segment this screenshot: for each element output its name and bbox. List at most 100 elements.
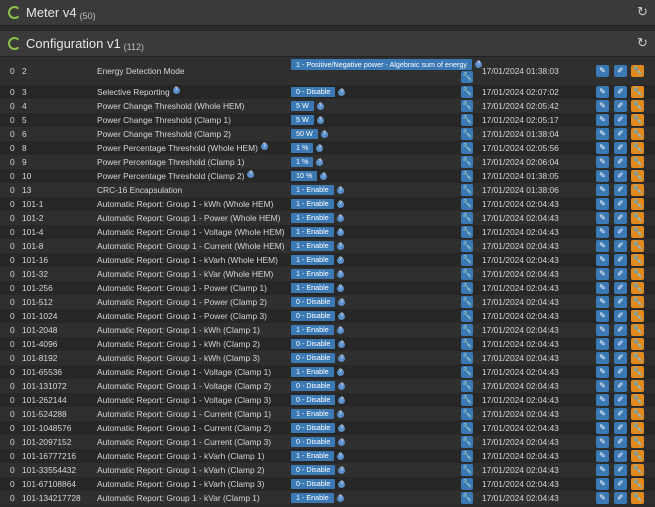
value-select[interactable]: 1 - Enable [291, 325, 334, 335]
wrench-icon[interactable]: 🔧 [461, 380, 473, 392]
edit-button[interactable]: ✎ [596, 128, 609, 140]
wrench-button[interactable]: 🔧 [631, 310, 644, 322]
wrench-icon[interactable]: 🔧 [461, 254, 473, 266]
wrench-icon[interactable]: 🔧 [461, 478, 473, 490]
value-select[interactable]: 5 W [291, 101, 314, 111]
config-panel-header[interactable]: Configuration v1 (112) ↻ [0, 31, 655, 57]
wrench-button[interactable]: 🔧 [631, 198, 644, 210]
wrench-button[interactable]: 🔧 [631, 226, 644, 238]
wrench-icon[interactable]: 🔧 [461, 198, 473, 210]
dropper-button[interactable]: ✐ [614, 240, 627, 252]
value-select[interactable]: 1 - Enable [291, 451, 334, 461]
edit-button[interactable]: ✎ [596, 450, 609, 462]
value-select[interactable]: 0 - Disable [291, 381, 336, 391]
value-select[interactable]: 50 W [291, 129, 318, 139]
wrench-icon[interactable]: 🔧 [461, 394, 473, 406]
refresh-icon[interactable]: ↻ [637, 36, 649, 49]
wrench-icon[interactable]: 🔧 [461, 464, 473, 476]
value-select[interactable]: 0 - Disable [291, 353, 336, 363]
edit-button[interactable]: ✎ [596, 338, 609, 350]
question-icon[interactable]: ? [338, 313, 346, 320]
dropper-button[interactable]: ✐ [614, 100, 627, 112]
question-icon[interactable]: ? [338, 341, 346, 348]
wrench-button[interactable]: 🔧 [631, 240, 644, 252]
dropper-button[interactable]: ✐ [614, 114, 627, 126]
wrench-button[interactable]: 🔧 [631, 296, 644, 308]
dropper-button[interactable]: ✐ [614, 184, 627, 196]
edit-button[interactable]: ✎ [596, 170, 609, 182]
question-icon[interactable]: ? [336, 243, 344, 250]
edit-button[interactable]: ✎ [596, 184, 609, 196]
question-icon[interactable]: ? [338, 481, 346, 488]
wrench-button[interactable]: 🔧 [631, 128, 644, 140]
wrench-icon[interactable]: 🔧 [461, 366, 473, 378]
value-select[interactable]: 1 - Enable [291, 227, 334, 237]
edit-button[interactable]: ✎ [596, 65, 609, 77]
dropper-button[interactable]: ✐ [614, 464, 627, 476]
value-select[interactable]: 1 % [291, 157, 314, 167]
question-icon[interactable]: ? [336, 411, 344, 418]
dropper-button[interactable]: ✐ [614, 380, 627, 392]
wrench-button[interactable]: 🔧 [631, 394, 644, 406]
edit-button[interactable]: ✎ [596, 100, 609, 112]
question-icon[interactable]: ? [338, 89, 346, 96]
question-icon[interactable]: ? [338, 383, 346, 390]
question-icon[interactable]: ? [336, 229, 344, 236]
wrench-icon[interactable]: 🔧 [461, 352, 473, 364]
wrench-button[interactable]: 🔧 [631, 65, 644, 77]
edit-button[interactable]: ✎ [596, 380, 609, 392]
wrench-button[interactable]: 🔧 [631, 366, 644, 378]
dropper-button[interactable]: ✐ [614, 338, 627, 350]
wrench-button[interactable]: 🔧 [631, 184, 644, 196]
question-icon[interactable]: ? [320, 131, 328, 138]
dropper-button[interactable]: ✐ [614, 436, 627, 448]
question-icon[interactable]: ? [316, 103, 324, 110]
edit-button[interactable]: ✎ [596, 394, 609, 406]
wrench-button[interactable]: 🔧 [631, 464, 644, 476]
question-icon[interactable]: ? [260, 143, 268, 150]
wrench-button[interactable]: 🔧 [631, 422, 644, 434]
edit-button[interactable]: ✎ [596, 296, 609, 308]
value-select[interactable]: 1 % [291, 143, 314, 153]
value-select[interactable]: 1 - Enable [291, 255, 334, 265]
edit-button[interactable]: ✎ [596, 86, 609, 98]
value-select[interactable]: 1 - Enable [291, 199, 334, 209]
wrench-icon[interactable]: 🔧 [461, 86, 473, 98]
refresh-icon[interactable]: ↻ [637, 5, 649, 18]
question-icon[interactable]: ? [336, 495, 344, 502]
dropper-button[interactable]: ✐ [614, 65, 627, 77]
edit-button[interactable]: ✎ [596, 366, 609, 378]
wrench-icon[interactable]: 🔧 [461, 142, 473, 154]
wrench-button[interactable]: 🔧 [631, 212, 644, 224]
wrench-icon[interactable]: 🔧 [461, 422, 473, 434]
edit-button[interactable]: ✎ [596, 282, 609, 294]
value-select[interactable]: 0 - Disable [291, 87, 336, 97]
value-select[interactable]: 1 - Enable [291, 213, 334, 223]
wrench-button[interactable]: 🔧 [631, 408, 644, 420]
edit-button[interactable]: ✎ [596, 254, 609, 266]
edit-button[interactable]: ✎ [596, 268, 609, 280]
edit-button[interactable]: ✎ [596, 492, 609, 504]
dropper-button[interactable]: ✐ [614, 324, 627, 336]
wrench-button[interactable]: 🔧 [631, 450, 644, 462]
wrench-button[interactable]: 🔧 [631, 254, 644, 266]
dropper-button[interactable]: ✐ [614, 450, 627, 462]
wrench-icon[interactable]: 🔧 [461, 492, 473, 504]
edit-button[interactable]: ✎ [596, 156, 609, 168]
wrench-button[interactable]: 🔧 [631, 324, 644, 336]
wrench-icon[interactable]: 🔧 [461, 324, 473, 336]
wrench-icon[interactable]: 🔧 [461, 184, 473, 196]
question-icon[interactable]: ? [172, 87, 180, 94]
value-select[interactable]: 1 - Enable [291, 269, 334, 279]
wrench-button[interactable]: 🔧 [631, 156, 644, 168]
wrench-icon[interactable]: 🔧 [461, 226, 473, 238]
wrench-button[interactable]: 🔧 [631, 492, 644, 504]
question-icon[interactable]: ? [474, 61, 482, 68]
wrench-button[interactable]: 🔧 [631, 268, 644, 280]
question-icon[interactable]: ? [336, 201, 344, 208]
wrench-icon[interactable]: 🔧 [461, 436, 473, 448]
wrench-button[interactable]: 🔧 [631, 380, 644, 392]
wrench-icon[interactable]: 🔧 [461, 296, 473, 308]
question-icon[interactable]: ? [338, 299, 346, 306]
wrench-icon[interactable]: 🔧 [461, 170, 473, 182]
